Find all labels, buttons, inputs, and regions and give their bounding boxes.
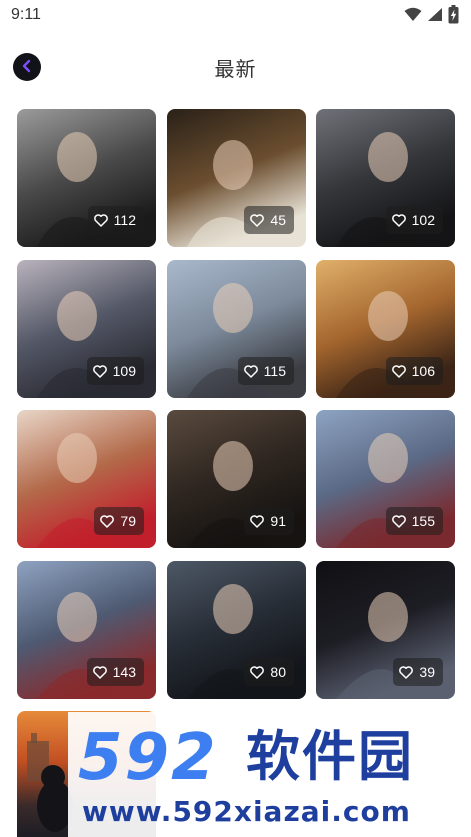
wallpaper-card[interactable]: 106 bbox=[316, 260, 455, 398]
like-count: 109 bbox=[112, 363, 136, 379]
header: 最新 bbox=[0, 40, 471, 90]
watermark-text: 软件园 bbox=[246, 725, 414, 788]
heart-icon bbox=[250, 213, 265, 227]
heart-icon bbox=[250, 665, 265, 679]
like-count: 112 bbox=[113, 212, 136, 228]
watermark-url: www.592xiazai.com bbox=[82, 795, 411, 828]
battery-charging-icon bbox=[448, 5, 459, 24]
heart-icon bbox=[243, 364, 258, 378]
like-badge[interactable]: 45 bbox=[244, 206, 294, 234]
like-badge[interactable]: 155 bbox=[385, 507, 443, 535]
heart-icon bbox=[92, 665, 107, 679]
like-count: 102 bbox=[411, 212, 435, 228]
like-badge[interactable]: 79 bbox=[94, 507, 144, 535]
heart-icon bbox=[100, 514, 115, 528]
heart-icon bbox=[93, 213, 108, 227]
wallpaper-card[interactable]: 115 bbox=[167, 260, 306, 398]
like-count: 155 bbox=[411, 513, 435, 529]
signal-icon bbox=[427, 7, 443, 22]
like-badge[interactable]: 109 bbox=[86, 357, 144, 385]
wallpaper-card[interactable]: 102 bbox=[316, 109, 455, 247]
watermark-logo: 592 bbox=[78, 721, 218, 795]
like-count: 79 bbox=[120, 513, 136, 529]
like-badge[interactable]: 112 bbox=[87, 206, 144, 234]
watermark: 592 软件园 www.592xiazai.com bbox=[68, 712, 471, 837]
like-count: 91 bbox=[270, 513, 286, 529]
like-count: 39 bbox=[419, 664, 435, 680]
heart-icon bbox=[391, 514, 406, 528]
status-icons bbox=[404, 5, 459, 24]
heart-icon bbox=[391, 213, 406, 227]
like-badge[interactable]: 39 bbox=[393, 658, 443, 686]
wallpaper-card[interactable]: 80 bbox=[167, 561, 306, 699]
like-count: 143 bbox=[112, 664, 136, 680]
heart-icon bbox=[250, 514, 265, 528]
wallpaper-card[interactable]: 91 bbox=[167, 410, 306, 548]
like-count: 45 bbox=[270, 212, 286, 228]
wallpaper-card[interactable]: 109 bbox=[17, 260, 156, 398]
wallpaper-card[interactable]: 45 bbox=[167, 109, 306, 247]
like-badge[interactable]: 143 bbox=[86, 658, 144, 686]
heart-icon bbox=[399, 665, 414, 679]
wallpaper-card[interactable]: 143 bbox=[17, 561, 156, 699]
like-count: 80 bbox=[270, 664, 286, 680]
heart-icon bbox=[391, 364, 406, 378]
wallpaper-card[interactable]: 112 bbox=[17, 109, 156, 247]
wallpaper-card[interactable]: 155 bbox=[316, 410, 455, 548]
heart-icon bbox=[92, 364, 107, 378]
status-bar: 9:11 bbox=[0, 0, 471, 32]
like-count: 115 bbox=[263, 363, 286, 379]
like-badge[interactable]: 115 bbox=[237, 357, 294, 385]
wifi-icon bbox=[404, 7, 422, 22]
status-time: 9:11 bbox=[11, 6, 41, 23]
like-badge[interactable]: 91 bbox=[244, 507, 294, 535]
wallpaper-card[interactable]: 79 bbox=[17, 410, 156, 548]
like-badge[interactable]: 106 bbox=[385, 357, 443, 385]
wallpaper-card[interactable]: 39 bbox=[316, 561, 455, 699]
like-count: 106 bbox=[411, 363, 435, 379]
like-badge[interactable]: 80 bbox=[244, 658, 294, 686]
page-title: 最新 bbox=[214, 57, 257, 81]
like-badge[interactable]: 102 bbox=[385, 206, 443, 234]
